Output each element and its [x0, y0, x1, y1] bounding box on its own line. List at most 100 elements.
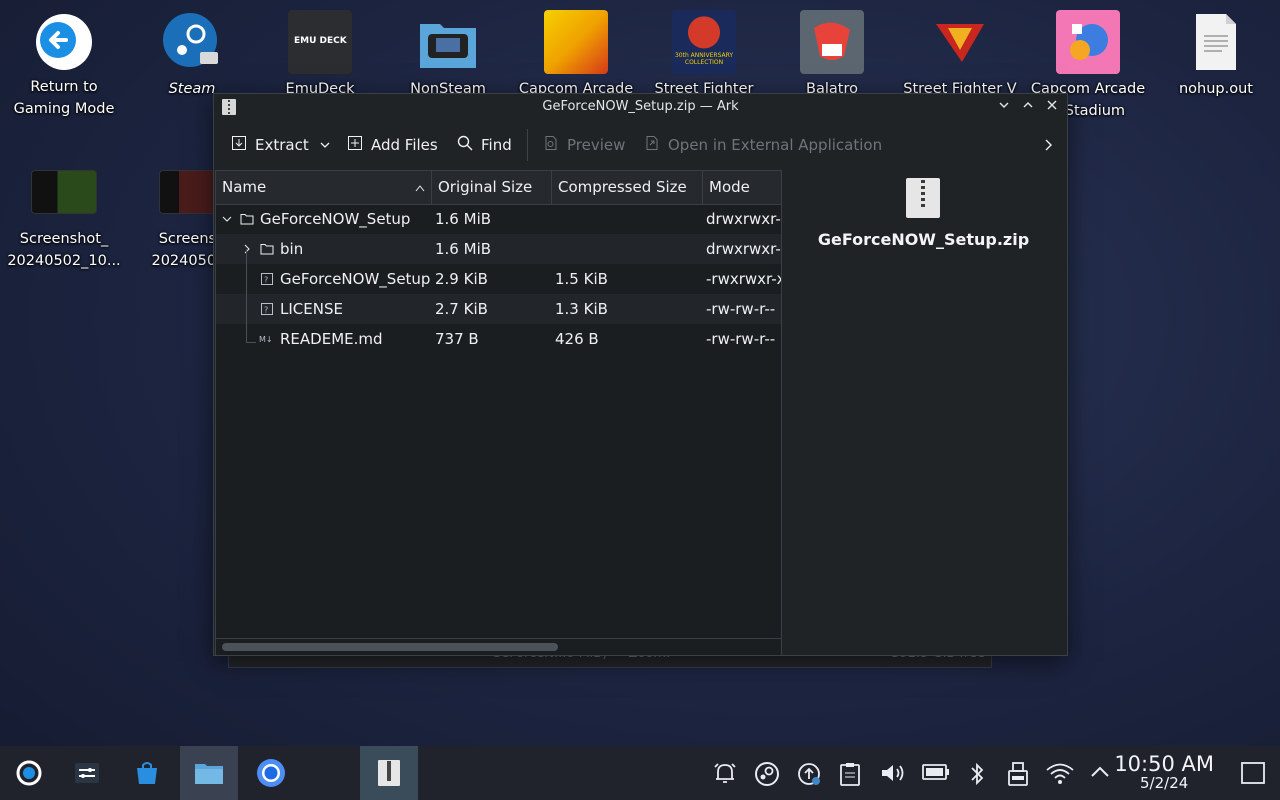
- desktop-icon-nonsteam[interactable]: NonSteam: [384, 0, 512, 100]
- markdown-file-icon: M↓: [259, 335, 273, 344]
- column-header-name[interactable]: Name: [216, 171, 432, 204]
- clock[interactable]: 10:50 AM 5/2/24: [1114, 752, 1214, 792]
- desktop-icon-nohup[interactable]: nohup.out: [1152, 0, 1280, 100]
- tree-guide-line: [246, 342, 256, 343]
- preview-button[interactable]: Preview: [543, 129, 625, 161]
- bluetooth-icon[interactable]: [968, 761, 986, 792]
- clock-date: 5/2/24: [1140, 774, 1189, 792]
- unknown-file-icon: ?: [261, 303, 273, 315]
- desktop-icon-balatro[interactable]: Balatro: [768, 0, 896, 100]
- file-compressed-size: 426 B: [555, 330, 599, 348]
- storage-device-icon[interactable]: [1006, 761, 1030, 792]
- file-original-size: 1.6 MiB: [435, 240, 492, 258]
- desktop-icon-street-fighter[interactable]: 30th ANNIVERSARY COLLECTION Street Fight…: [640, 0, 768, 100]
- capcom-stadium-icon: [1056, 10, 1120, 74]
- ark-window: GeForceNOW_Setup.zip — Ark Extract Add F…: [213, 93, 1068, 656]
- sf30-logo-text: 30th ANNIVERSARY COLLECTION: [674, 52, 734, 66]
- desktop-icon-return-gaming[interactable]: Return to Gaming Mode: [0, 0, 128, 120]
- file-original-size: 1.6 MiB: [435, 210, 492, 228]
- toolbar-overflow-button[interactable]: [1042, 129, 1054, 161]
- file-mode: -rw-rw-r--: [706, 300, 776, 318]
- battery-icon[interactable]: [922, 761, 950, 788]
- sort-ascending-icon: [415, 185, 425, 192]
- notifications-bell-icon[interactable]: [712, 761, 738, 790]
- file-mode: drwxrwxr-x: [706, 240, 781, 258]
- desktop-icon-emudeck[interactable]: EMU DECK EmuDeck: [256, 0, 384, 100]
- capcom-arcade-icon: [544, 10, 608, 74]
- minimize-icon[interactable]: [994, 97, 1014, 117]
- desktop-icon-label: Return to Gaming Mode: [13, 79, 115, 117]
- extract-icon: [231, 135, 247, 155]
- window-titlebar[interactable]: GeForceNOW_Setup.zip — Ark: [214, 94, 1067, 120]
- file-name: GeForceNOW_Setup: [260, 210, 411, 228]
- extract-button[interactable]: Extract: [231, 129, 309, 161]
- wifi-icon[interactable]: [1045, 761, 1075, 790]
- table-row[interactable]: ? GeForceNOW_Setup 2.9 KiB 1.5 KiB -rwxr…: [216, 264, 781, 294]
- desktop-icon-label: Screenshot_ 20240502_10...: [7, 231, 121, 269]
- horizontal-scrollbar-track[interactable]: [216, 638, 781, 655]
- volume-icon[interactable]: [880, 761, 908, 790]
- folder-icon: [195, 764, 223, 784]
- system-settings-button[interactable]: [58, 746, 116, 800]
- column-header-mode[interactable]: Mode: [703, 171, 781, 204]
- open-external-button[interactable]: Open in External Application: [644, 129, 882, 161]
- extract-menu-button[interactable]: [319, 129, 331, 161]
- show-desktop-icon[interactable]: [1240, 761, 1266, 790]
- file-compressed-size: 1.5 KiB: [555, 270, 608, 288]
- emudeck-logo: EMU DECK: [294, 36, 347, 46]
- table-row[interactable]: M↓ READEME.md 737 B 426 B -rw-rw-r--: [216, 324, 781, 354]
- window-toolbar: Extract Add Files Find Preview Open in E…: [214, 125, 1067, 165]
- table-header: Name Original Size Compressed Size Mode: [216, 171, 781, 205]
- file-mode: -rwxrwxr-x: [706, 270, 781, 288]
- chevron-right-icon[interactable]: [242, 244, 252, 254]
- folder-icon: [260, 244, 274, 255]
- store-bag-icon: [137, 762, 157, 784]
- table-row[interactable]: bin 1.6 MiB drwxrwxr-x: [216, 234, 781, 264]
- chevron-down-icon[interactable]: [222, 214, 232, 224]
- file-manager-button[interactable]: [180, 746, 238, 800]
- app-launcher-button[interactable]: [0, 746, 58, 800]
- clipboard-icon[interactable]: [838, 761, 862, 792]
- column-header-compressed-size[interactable]: Compressed Size: [552, 171, 703, 204]
- discover-store-button[interactable]: [118, 746, 176, 800]
- close-icon[interactable]: [1042, 97, 1062, 117]
- street-fighter-30th-icon: 30th ANNIVERSARY COLLECTION: [672, 10, 736, 74]
- desktop-icon-screenshot-1[interactable]: Screenshot_ 20240502_10...: [0, 152, 128, 272]
- file-name: GeForceNOW_Setup: [280, 270, 431, 288]
- file-name: LICENSE: [280, 300, 343, 318]
- add-files-button[interactable]: Add Files: [347, 129, 438, 161]
- file-original-size: 2.7 KiB: [435, 300, 488, 318]
- file-name: READEME.md: [280, 330, 383, 348]
- file-original-size: 2.9 KiB: [435, 270, 488, 288]
- folder-icon: [240, 214, 254, 225]
- extract-label: Extract: [255, 136, 309, 154]
- settings-sliders-icon: [75, 763, 99, 783]
- archive-file-table[interactable]: Name Original Size Compressed Size Mode …: [215, 170, 782, 656]
- table-row[interactable]: GeForceNOW_Setup 1.6 MiB drwxrwxr-x: [216, 204, 781, 235]
- update-icon[interactable]: [796, 761, 822, 792]
- desktop-icon-steam[interactable]: Steam: [128, 0, 256, 100]
- tree-guide-line: [246, 249, 247, 343]
- horizontal-scrollbar-thumb[interactable]: [222, 643, 558, 651]
- chevron-up-icon[interactable]: [1089, 761, 1111, 788]
- desktop-icon-label: nohup.out: [1178, 81, 1253, 97]
- balatro-icon: [800, 10, 864, 74]
- chromium-browser-button[interactable]: [242, 746, 300, 800]
- table-row[interactable]: ? LICENSE 2.7 KiB 1.3 KiB -rw-rw-r--: [216, 294, 781, 324]
- svg-text:?: ?: [264, 306, 268, 315]
- column-header-original-size[interactable]: Original Size: [432, 171, 552, 204]
- desktop-icon-street-fighter-v[interactable]: Street Fighter V: [896, 0, 1024, 100]
- steamdeck-logo-icon: [16, 760, 42, 786]
- toolbar-separator: [527, 129, 528, 161]
- desktop-icon-capcom-arcade[interactable]: Capcom Arcade: [512, 0, 640, 100]
- file-mode: drwxrwxr-x: [706, 210, 781, 228]
- preview-icon: [543, 135, 559, 155]
- clock-time: 10:50 AM: [1114, 752, 1214, 776]
- maximize-icon[interactable]: [1018, 97, 1038, 117]
- file-name: bin: [280, 240, 304, 258]
- find-button[interactable]: Find: [457, 129, 512, 161]
- taskbar: 10:50 AM 5/2/24: [0, 746, 1280, 800]
- steam-tray-icon[interactable]: [754, 761, 780, 792]
- ark-taskbar-button[interactable]: [360, 746, 418, 800]
- steam-icon: [160, 10, 224, 74]
